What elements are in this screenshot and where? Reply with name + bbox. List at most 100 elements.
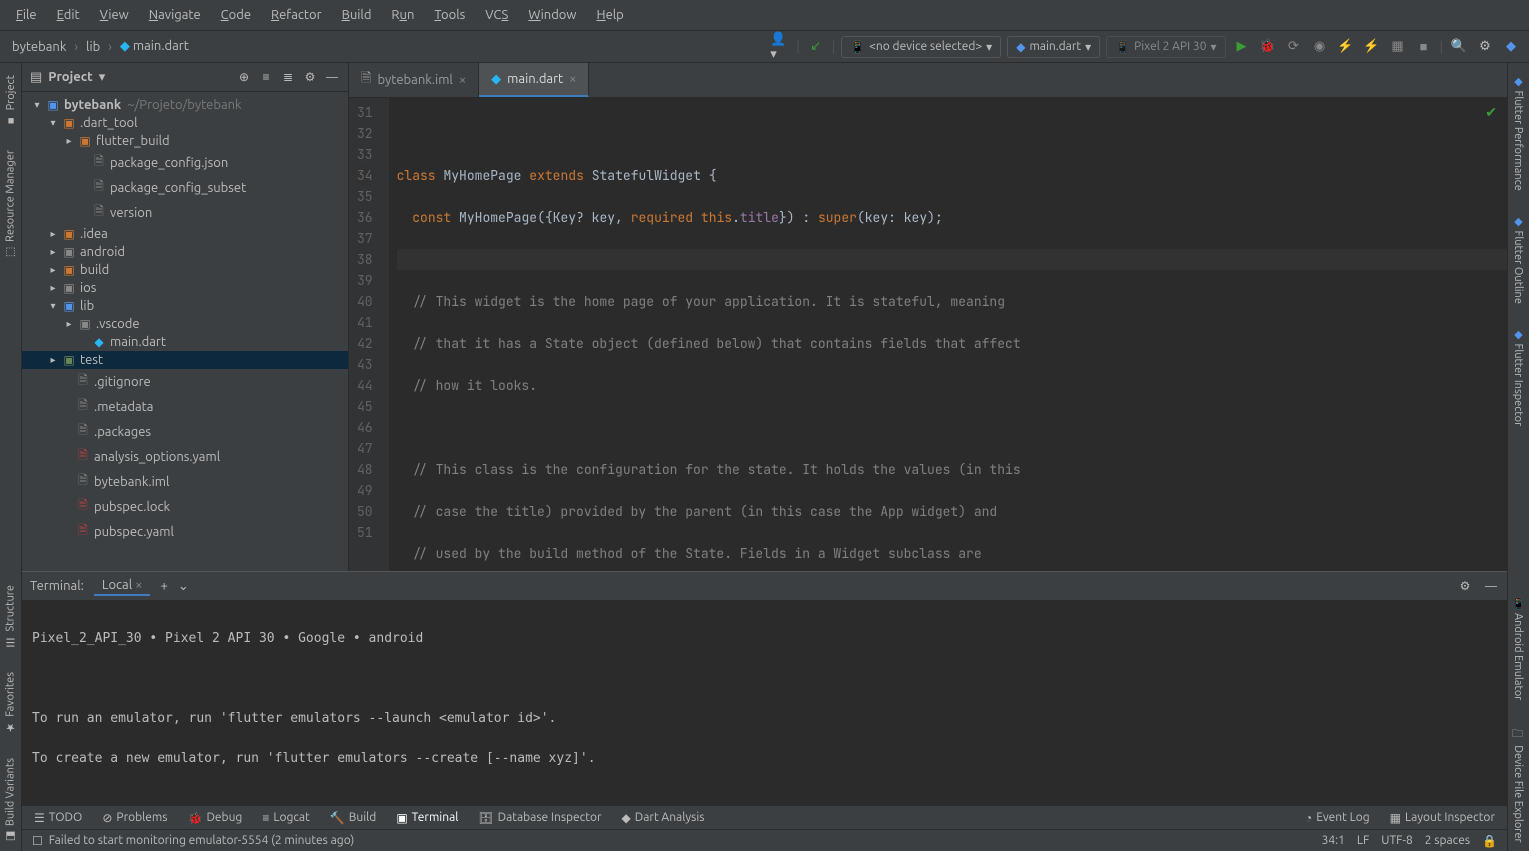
add-config-icon[interactable]: 👤▾ [770,37,790,57]
tree-idea[interactable]: ▸▣.idea [22,225,348,243]
tree-version[interactable]: 🗎version [22,200,348,225]
settings-icon[interactable]: ⚙ [302,69,318,85]
tree-vscode[interactable]: ▸▣.vscode [22,315,348,333]
debug-tab[interactable]: 🐞 Debug [184,809,247,827]
status-icon[interactable]: ☐ [32,834,43,848]
project-view-title[interactable]: Project [48,70,92,84]
tree-dart-tool[interactable]: ▾▣.dart_tool [22,114,348,132]
structure-tab[interactable]: ☰ Structure [2,577,19,657]
run-config-selector[interactable]: ◆ main.dart ▾ [1007,36,1100,58]
tree-build[interactable]: ▸▣build [22,261,348,279]
menu-tools[interactable]: Tools [426,6,473,24]
tree-android[interactable]: ▸▣android [22,243,348,261]
menu-navigate[interactable]: Navigate [141,6,209,24]
line-separator[interactable]: LF [1357,834,1369,847]
dart-analysis-tab[interactable]: ◆ Dart Analysis [618,809,709,827]
menu-vcs[interactable]: VCS [477,6,516,24]
attach-icon[interactable]: ⚡ [1362,37,1382,57]
device-explorer-tab[interactable]: 🗀 Device File Explorer [1507,716,1529,851]
tree-pkg-config[interactable]: 🗎package_config.json [22,150,348,175]
tree-pkg-subset[interactable]: 🗎package_config_subset [22,175,348,200]
device-selector[interactable]: 📱 <no device selected> ▾ [841,36,1001,58]
logcat-tab[interactable]: ≡ Logcat [258,809,313,827]
project-tree[interactable]: ▾▣bytebank~/Projeto/bytebank ▾▣.dart_too… [22,92,348,571]
build-tab[interactable]: 🔨 Build [326,809,381,827]
tree-iml[interactable]: 🗎bytebank.iml [22,469,348,494]
resource-manager-tab[interactable]: ⬚ Resource Manager [2,142,19,267]
menu-run[interactable]: Run [383,6,422,24]
code-text[interactable]: class MyHomePage extends StatefulWidget … [389,98,1507,571]
settings-icon[interactable]: ⚙ [1475,37,1495,57]
breadcrumb-folder[interactable]: lib [82,38,104,56]
caret-position[interactable]: 34:1 [1322,834,1345,847]
tab-bytebank-iml[interactable]: 🗎bytebank.iml× [349,63,479,97]
menu-help[interactable]: Help [589,6,632,24]
hide-icon[interactable]: — [324,69,340,85]
settings-icon[interactable]: ⚙ [1457,578,1473,594]
tree-packages[interactable]: 🗎.packages [22,419,348,444]
search-icon[interactable]: 🔍 [1449,37,1469,57]
terminal-output[interactable]: Pixel_2_API_30 • Pixel 2 API 30 • Google… [22,601,1507,805]
devtools-icon[interactable]: ▦ [1388,37,1408,57]
tree-analysis[interactable]: 🗎analysis_options.yaml [22,444,348,469]
tree-flutter-build[interactable]: ▸▣flutter_build [22,132,348,150]
stop-icon[interactable]: ■ [1414,37,1434,57]
locate-icon[interactable]: ⊕ [236,69,252,85]
menu-code[interactable]: Code [213,6,259,24]
menu-file[interactable]: File [8,6,45,24]
terminal-tab-local[interactable]: Local × [94,576,151,596]
tree-metadata[interactable]: 🗎.metadata [22,394,348,419]
menu-window[interactable]: Window [520,6,584,24]
problems-tab[interactable]: ⊘ Problems [98,809,171,827]
profile-icon[interactable]: ◉ [1310,37,1330,57]
database-tab[interactable]: 🗄 Database Inspector [474,809,605,827]
tree-lib[interactable]: ▾▣lib [22,297,348,315]
breadcrumb-project[interactable]: bytebank [8,38,70,56]
layout-inspector-tab[interactable]: ▦ Layout Inspector [1386,809,1499,827]
code-editor[interactable]: 3132333435363738394041424344454647484950… [349,98,1507,571]
expand-all-icon[interactable]: ≡ [258,69,274,85]
favorites-tab[interactable]: ★ Favorites [2,664,19,742]
flutter-performance-tab[interactable]: ◆ Flutter Performance [1510,67,1527,199]
flutter-outline-tab[interactable]: ◆ Flutter Outline [1510,207,1527,312]
tree-ios[interactable]: ▸▣ios [22,279,348,297]
menu-view[interactable]: View [92,6,137,24]
status-message[interactable]: Failed to start monitoring emulator-5554… [49,834,355,847]
dropdown-icon[interactable]: ▾ [99,70,106,85]
project-tool-tab[interactable]: ■ Project [3,67,19,134]
run-icon[interactable]: ▶ [1232,37,1252,57]
hide-icon[interactable]: — [1483,578,1499,594]
build-variants-tab[interactable]: ⬓ Build Variants [2,750,19,851]
dropdown-icon[interactable]: ⌄ [178,579,189,594]
indent-setting[interactable]: 2 spaces [1425,834,1470,847]
avd-selector[interactable]: 📱 Pixel 2 API 30 ▾ [1106,36,1225,58]
tree-gitignore[interactable]: 🗎.gitignore [22,369,348,394]
breadcrumb-file[interactable]: ◆ main.dart [116,37,193,56]
terminal-tab[interactable]: ▣ Terminal [392,809,462,827]
close-icon[interactable]: × [569,72,576,86]
flutter-icon[interactable]: ◆ [1501,37,1521,57]
menu-edit[interactable]: Edit [49,6,88,24]
flutter-inspector-tab[interactable]: ◆ Flutter Inspector [1510,320,1527,434]
tree-test[interactable]: ▸▣test [22,351,348,369]
inspection-ok-icon[interactable]: ✔ [1485,104,1497,121]
tree-pubspec-lock[interactable]: 🗎pubspec.lock [22,494,348,519]
tree-main-dart[interactable]: ◆main.dart [22,333,348,351]
hot-reload-icon[interactable]: ⚡ [1336,37,1356,57]
menu-build[interactable]: Build [334,6,380,24]
close-icon[interactable]: × [459,73,466,87]
file-encoding[interactable]: UTF-8 [1381,834,1412,847]
tree-pubspec-yaml[interactable]: 🗎pubspec.yaml [22,519,348,544]
todo-tab[interactable]: ☰ TODO [30,809,86,827]
debug-icon[interactable]: 🐞 [1258,37,1278,57]
menu-refactor[interactable]: Refactor [263,6,330,24]
collapse-all-icon[interactable]: ≣ [280,69,296,85]
vcs-update-icon[interactable]: ↙ [806,37,826,57]
tab-main-dart[interactable]: ◆main.dart× [479,63,589,97]
lock-icon[interactable]: 🔒 [1482,834,1497,848]
event-log-tab[interactable]: ◔ Event Log [1301,809,1374,827]
coverage-icon[interactable]: ⟳ [1284,37,1304,57]
android-emulator-tab[interactable]: 📱 Android Emulator [1510,589,1527,708]
add-terminal-icon[interactable]: + [160,579,167,593]
tree-root[interactable]: ▾▣bytebank~/Projeto/bytebank [22,96,348,114]
